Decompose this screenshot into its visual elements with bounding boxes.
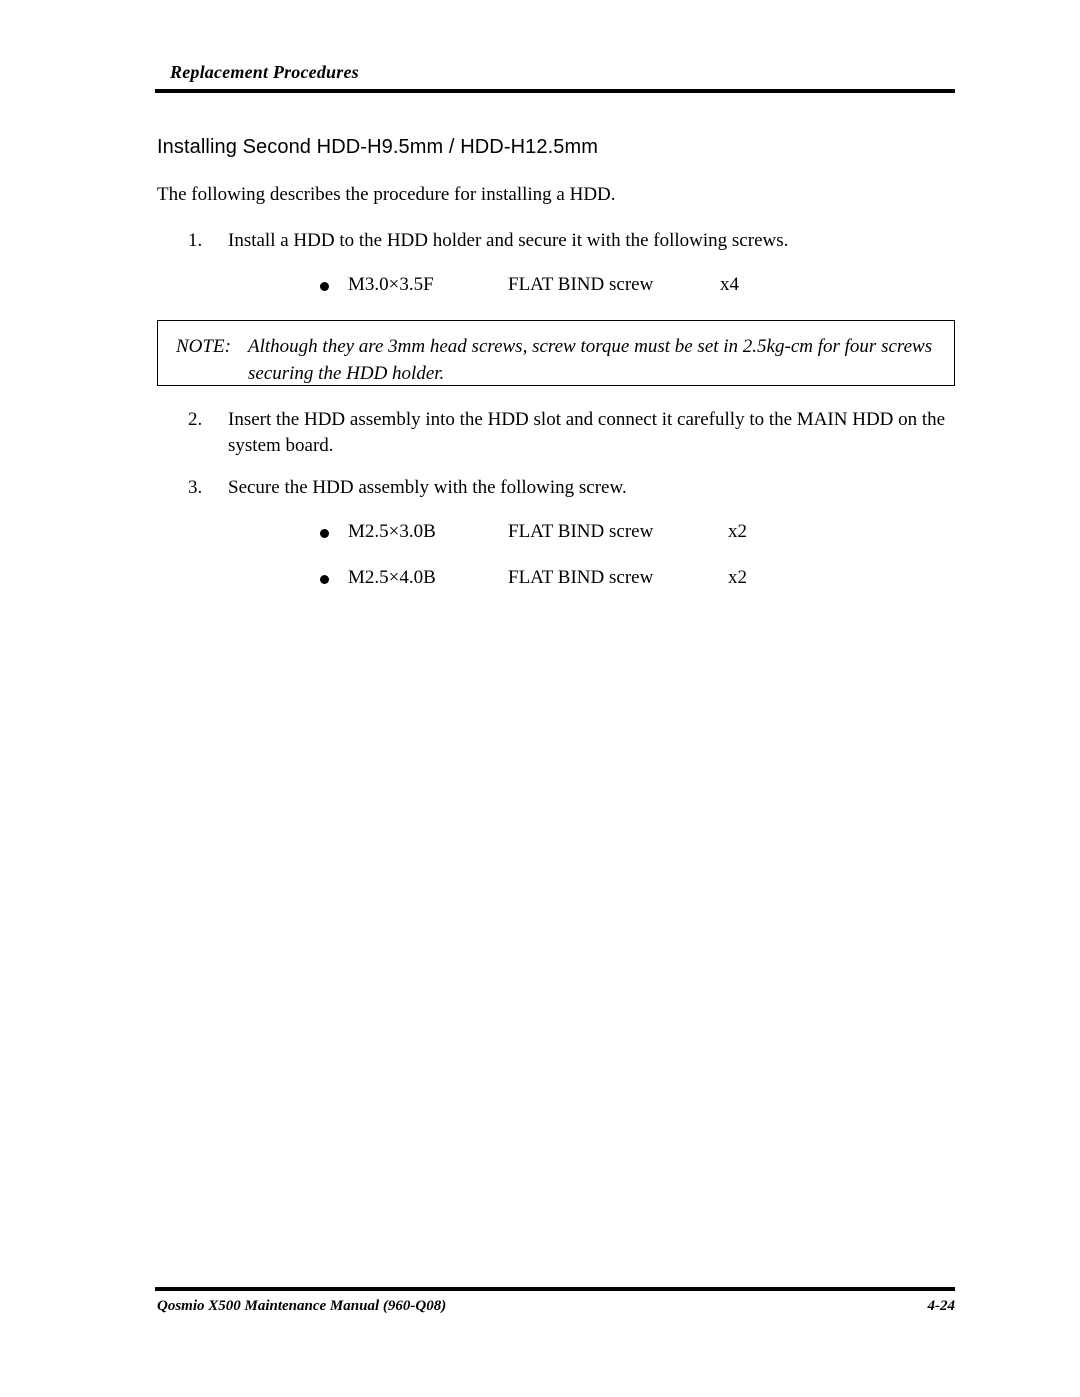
step-text: Secure the HDD assembly with the followi… xyxy=(228,477,627,498)
bullet-icon xyxy=(320,282,329,291)
procedure-step-2: 2. Insert the HDD assembly into the HDD … xyxy=(188,407,948,459)
screw-quantity: x2 xyxy=(728,567,747,588)
screw-quantity: x2 xyxy=(728,521,747,542)
screw-size: M2.5×4.0B xyxy=(348,567,436,588)
header-rule xyxy=(155,89,955,93)
screw-size: M3.0×3.5F xyxy=(348,274,434,295)
footer-rule xyxy=(155,1287,955,1291)
note-callout-box: NOTE: Although they are 3mm head screws,… xyxy=(157,320,955,386)
bullet-icon xyxy=(320,575,329,584)
screw-type: FLAT BIND screw xyxy=(508,521,654,542)
bullet-icon xyxy=(320,529,329,538)
step-number: 2. xyxy=(188,409,203,430)
footer-page-number: 4-24 xyxy=(927,1298,956,1314)
screw-size: M2.5×3.0B xyxy=(348,521,436,542)
footer-manual-title: Qosmio X500 Maintenance Manual (960-Q08) xyxy=(157,1298,447,1314)
intro-paragraph: The following describes the procedure fo… xyxy=(157,184,616,205)
screw-type: FLAT BIND screw xyxy=(508,567,654,588)
screw-quantity: x4 xyxy=(720,274,739,295)
procedure-step-3: 3. Secure the HDD assembly with the foll… xyxy=(188,475,948,501)
step-text: Install a HDD to the HDD holder and secu… xyxy=(228,230,789,251)
step-number: 1. xyxy=(188,230,203,251)
step-number: 3. xyxy=(188,477,203,498)
section-heading: Installing Second HDD-H9.5mm / HDD-H12.5… xyxy=(157,136,598,158)
procedure-step-1: 1. Install a HDD to the HDD holder and s… xyxy=(188,228,948,254)
note-label: NOTE: xyxy=(176,336,231,357)
document-page: Replacement Procedures Installing Second… xyxy=(0,0,1080,1397)
step-text: Insert the HDD assembly into the HDD slo… xyxy=(228,409,946,456)
note-text: Although they are 3mm head screws, screw… xyxy=(248,336,933,384)
screw-type: FLAT BIND screw xyxy=(508,274,654,295)
running-header: Replacement Procedures xyxy=(170,62,359,82)
